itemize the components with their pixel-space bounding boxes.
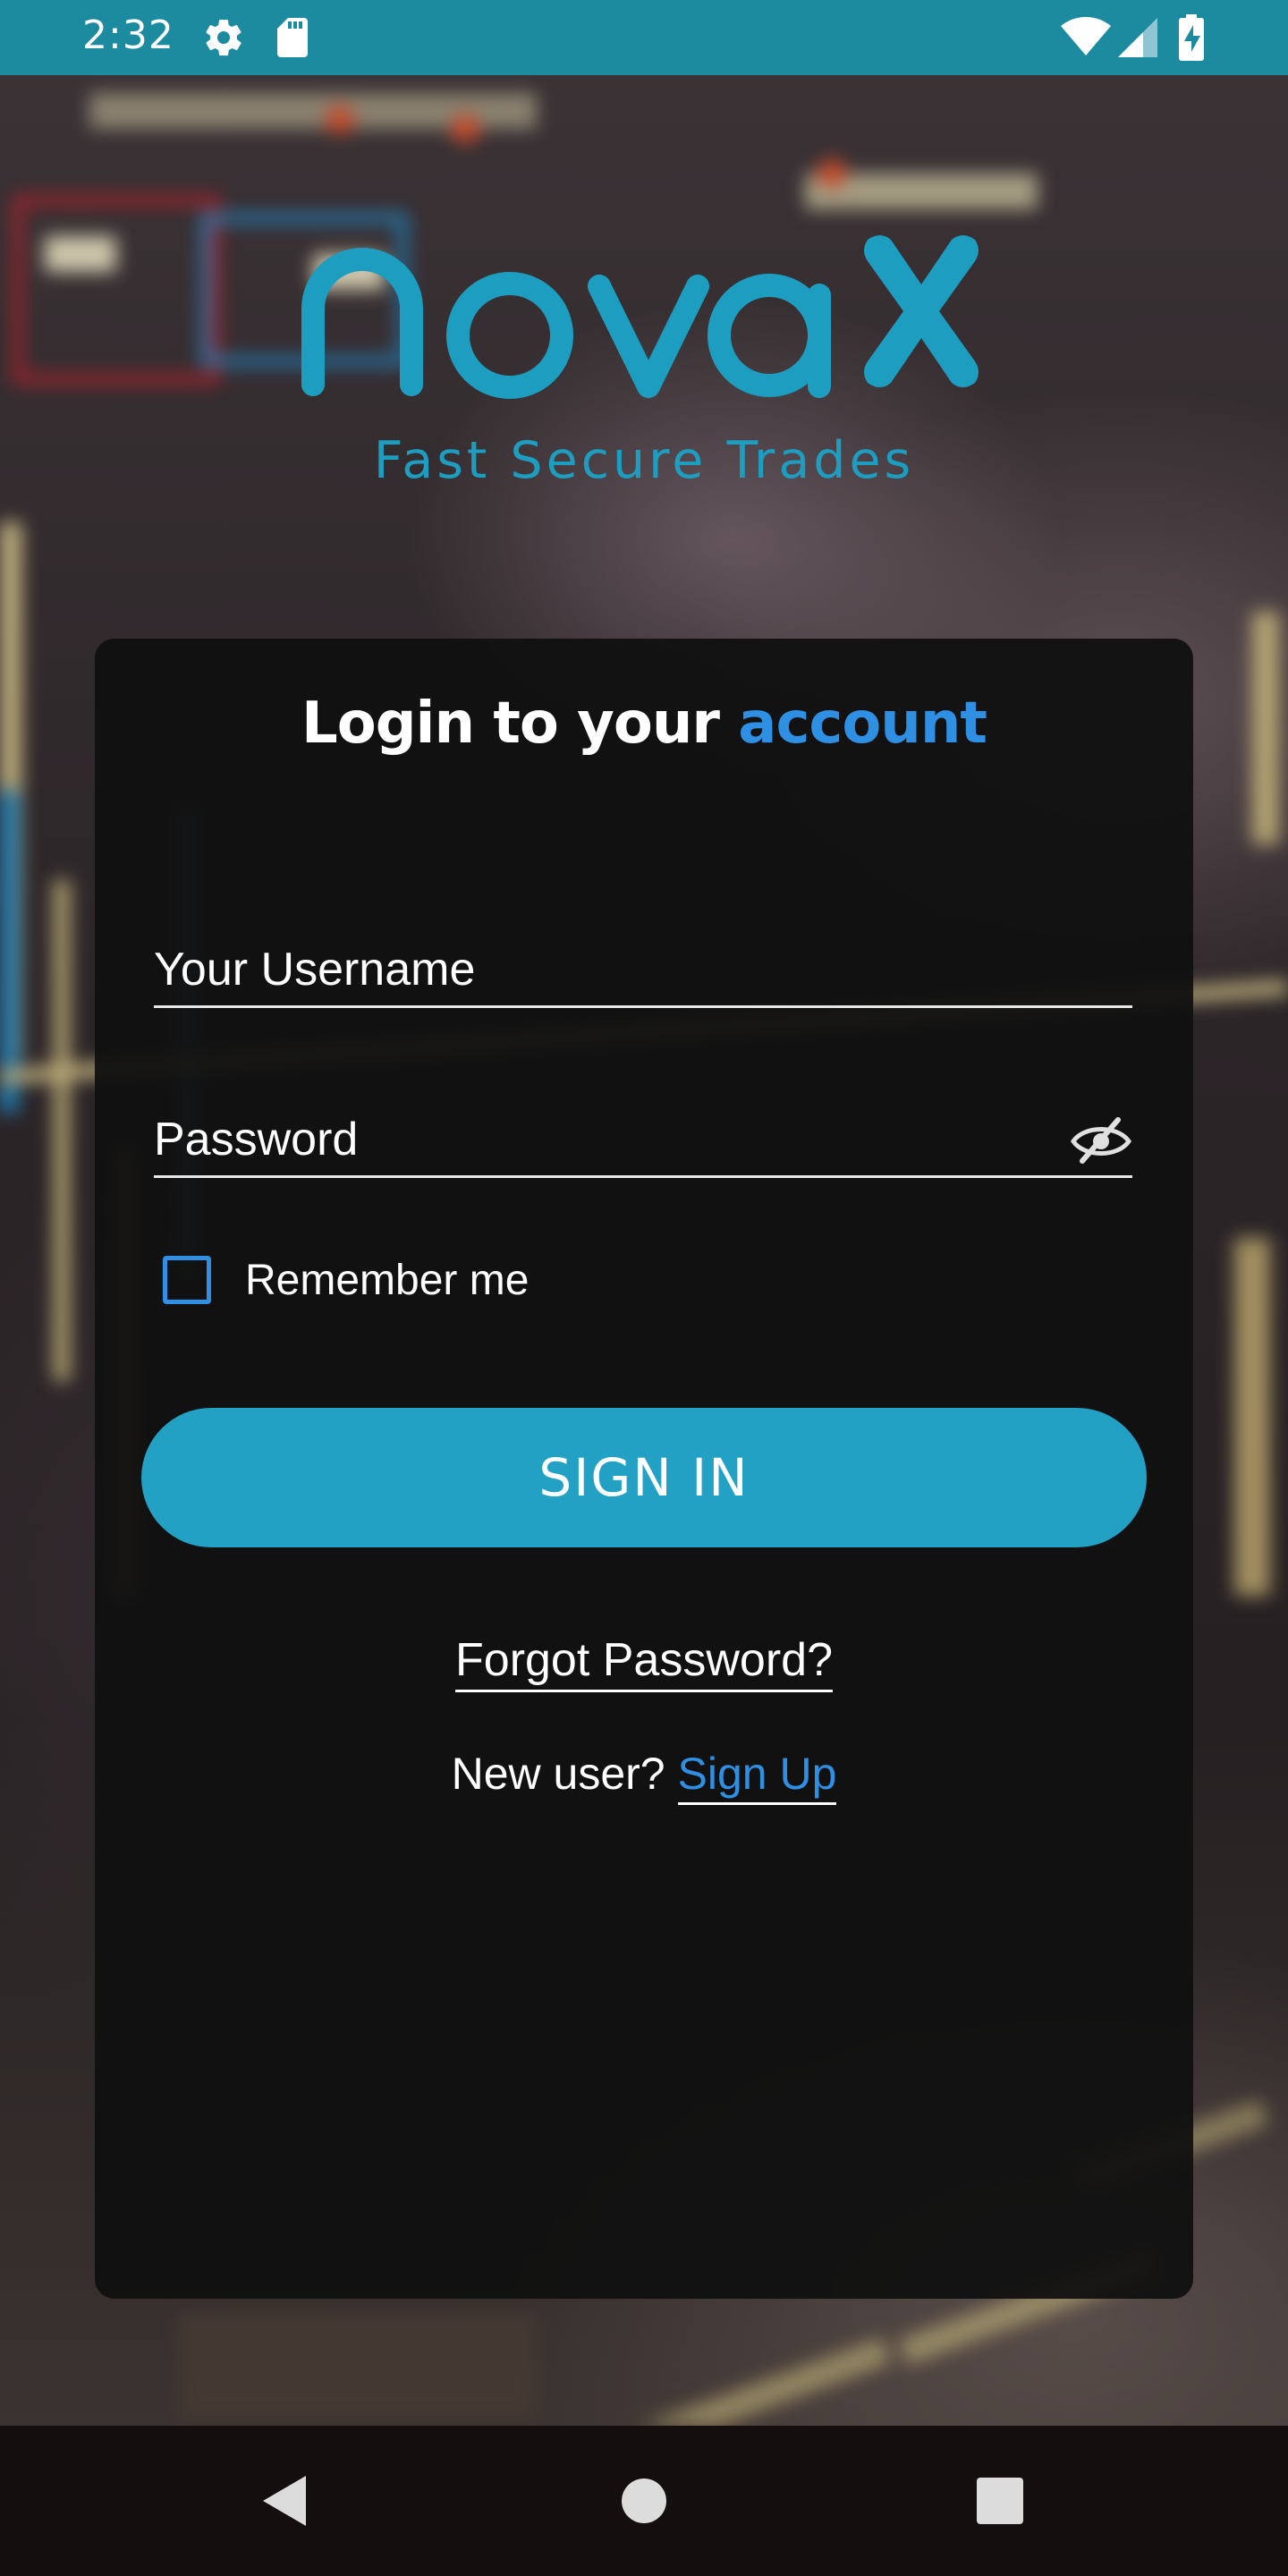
login-title-accent: account <box>738 691 987 757</box>
login-title-prefix: Login to your <box>301 691 720 757</box>
login-card: Login to your account Remember me SIGN I… <box>95 639 1193 2299</box>
tagline: Fast Secure Trades <box>373 431 915 490</box>
nova-x-logo <box>301 235 979 399</box>
login-title: Login to your account <box>95 691 1193 757</box>
remember-me-checkbox[interactable] <box>163 1256 211 1304</box>
password-field <box>154 1104 1132 1178</box>
settings-icon <box>206 19 242 56</box>
navigation-bar <box>0 2426 1288 2576</box>
home-icon[interactable] <box>608 2465 680 2537</box>
forgot-password-link[interactable]: Forgot Password? <box>455 1634 833 1692</box>
eye-off-icon[interactable] <box>1070 1116 1132 1166</box>
wifi-icon <box>1061 17 1111 55</box>
sign-up-link[interactable]: Sign Up <box>677 1749 837 1805</box>
recents-icon[interactable] <box>964 2465 1036 2537</box>
remember-me-label: Remember me <box>245 1256 530 1304</box>
battery-charging-icon <box>1179 14 1204 61</box>
back-icon[interactable] <box>250 2465 322 2537</box>
cell-signal-icon <box>1118 18 1157 57</box>
username-field <box>154 934 1132 1008</box>
sign-in-button[interactable]: SIGN IN <box>141 1408 1147 1547</box>
forgot-password-row: Forgot Password? <box>95 1633 1193 1692</box>
sd-card-icon <box>277 18 308 57</box>
status-time: 2:32 <box>82 13 174 58</box>
new-user-text: New user? <box>451 1749 665 1799</box>
password-input[interactable] <box>154 1113 1030 1166</box>
new-user-row: New user? Sign Up <box>95 1748 1193 1805</box>
username-input[interactable] <box>154 943 1030 996</box>
status-bar: 2:32 <box>0 0 1288 75</box>
remember-me-row[interactable]: Remember me <box>163 1249 529 1311</box>
